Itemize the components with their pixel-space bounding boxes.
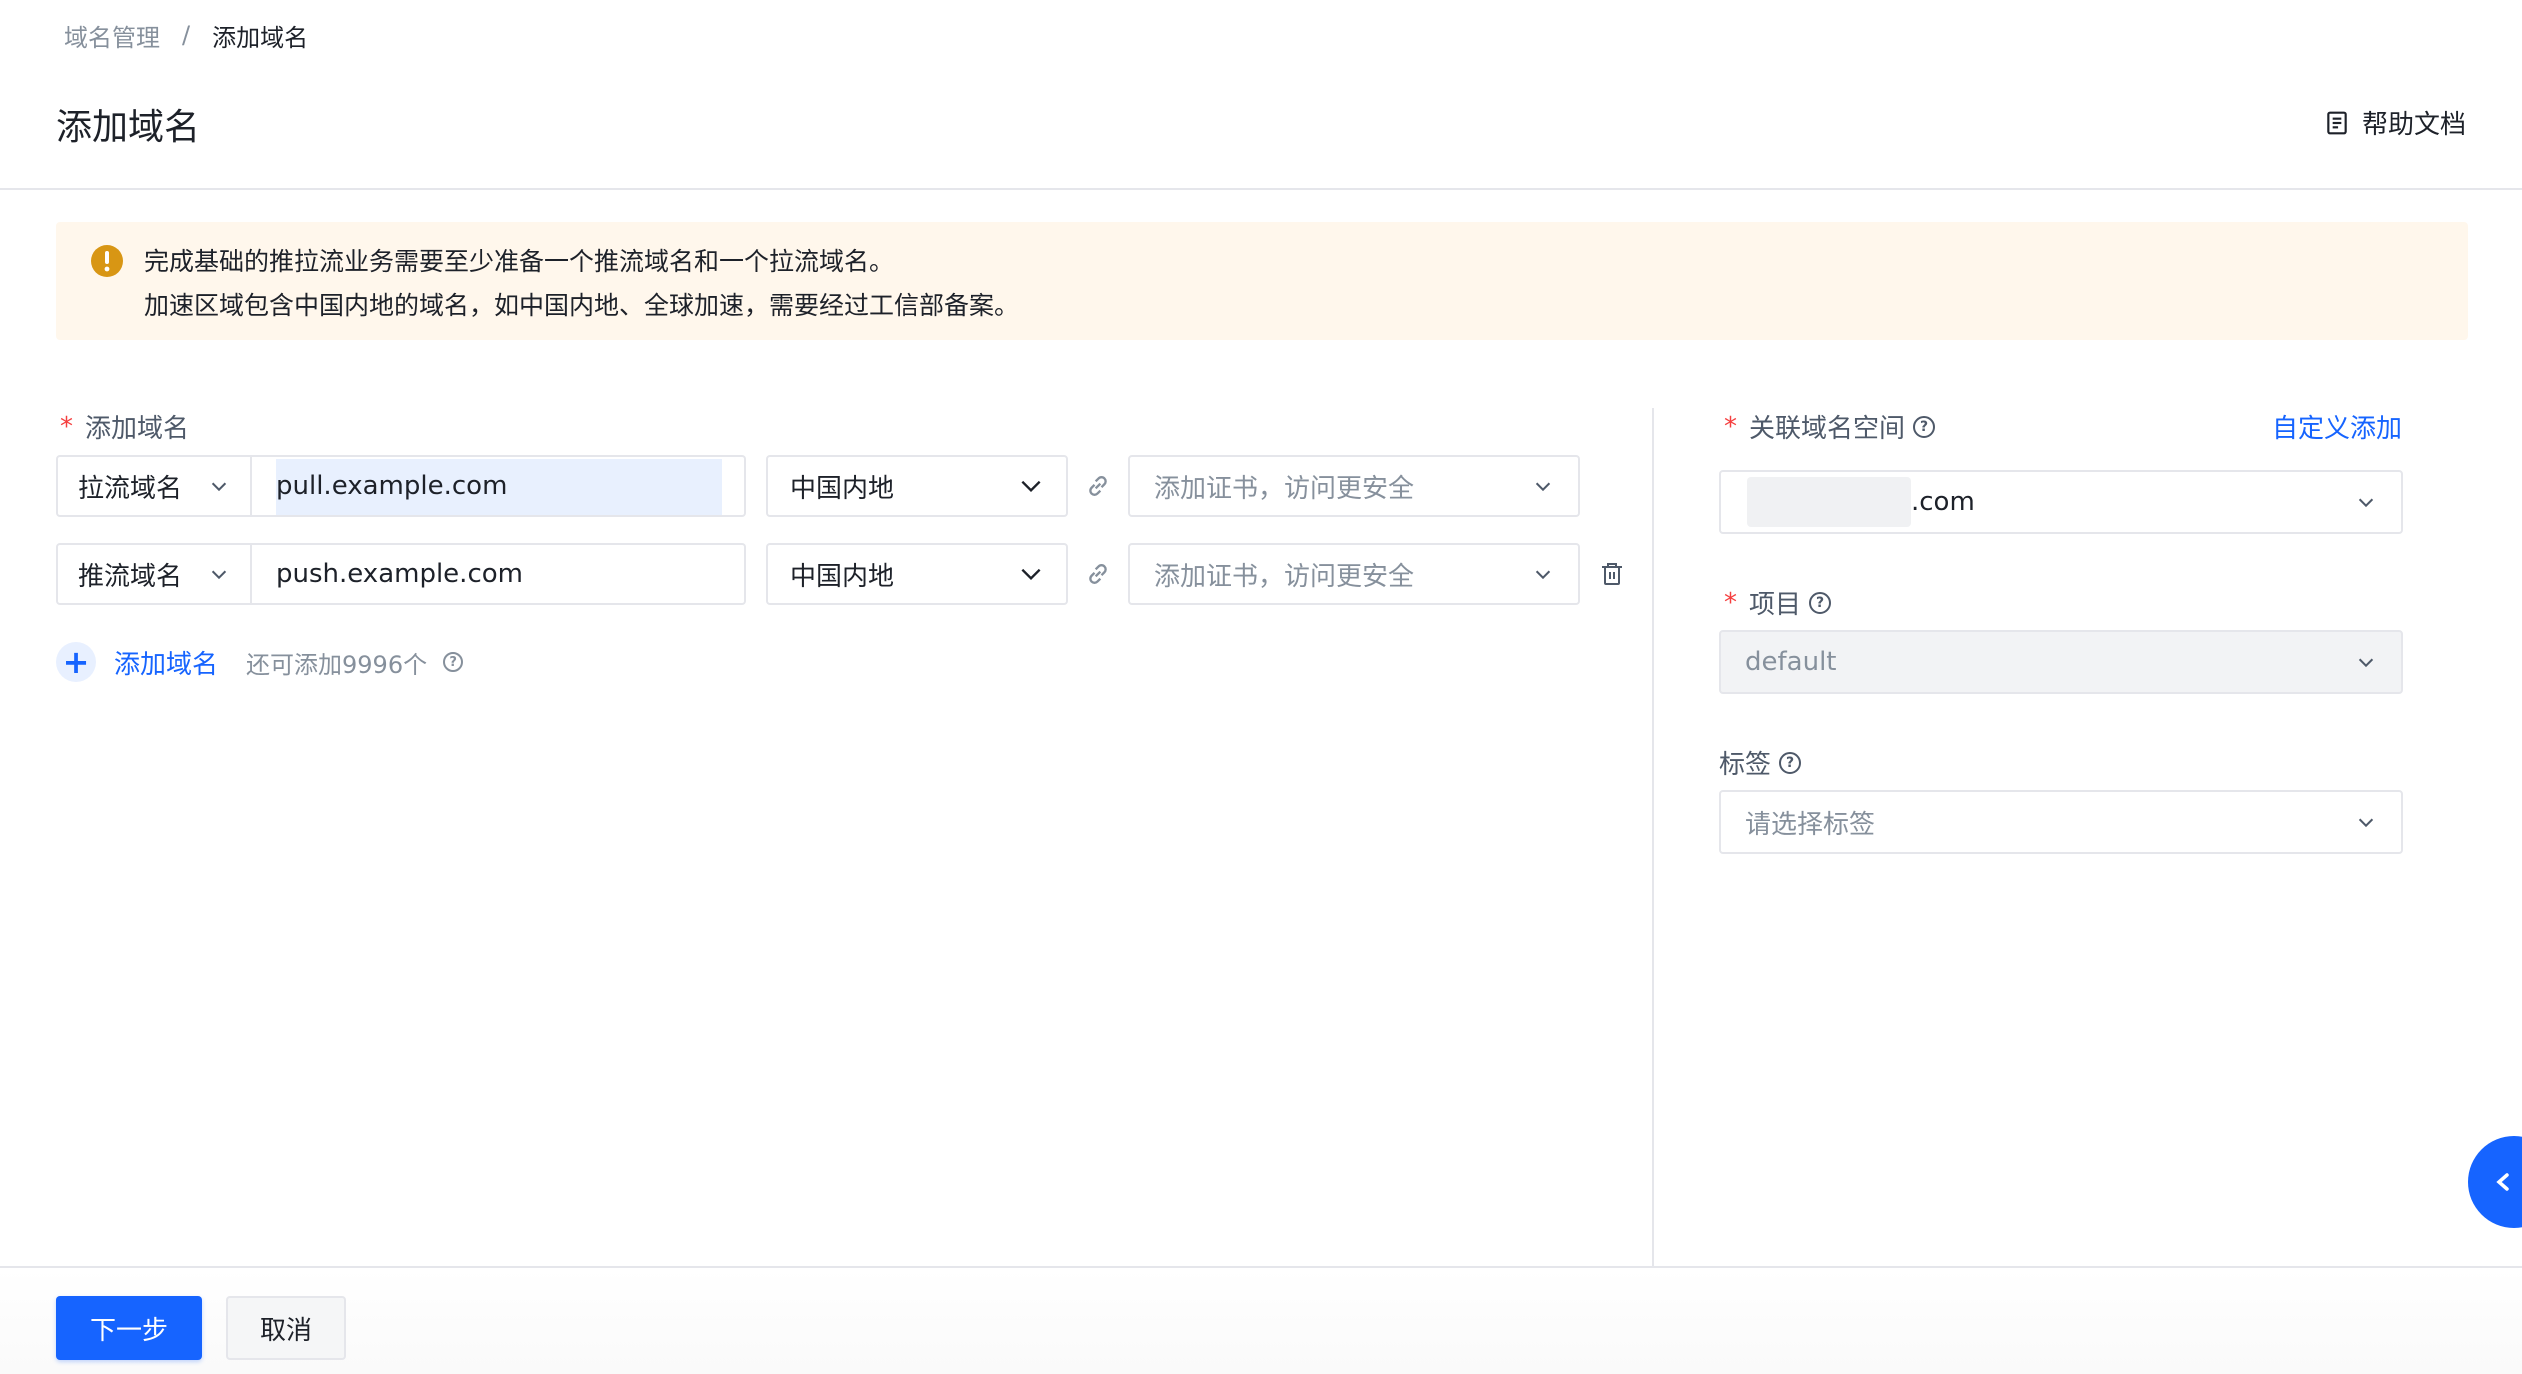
chevron-down-icon bbox=[1021, 480, 1041, 493]
remaining-count: 还可添加9996个 ? bbox=[246, 645, 464, 680]
tag-placeholder: 请选择标签 bbox=[1745, 809, 1876, 840]
header-divider bbox=[0, 188, 2522, 190]
custom-add-link[interactable]: 自定义添加 bbox=[2272, 408, 2402, 445]
alert-text-line-1: 完成基础的推拉流业务需要至少准备一个推流域名和一个拉流域名。 bbox=[144, 247, 895, 276]
domain-type-select[interactable]: 推流域名 bbox=[56, 543, 252, 605]
required-mark: * bbox=[60, 411, 73, 442]
tag-label-text: 标签 bbox=[1719, 750, 1772, 780]
namespace-value: .com bbox=[1721, 477, 2355, 527]
help-doc-label: 帮助文档 bbox=[2361, 110, 2466, 140]
chevron-down-icon bbox=[1535, 570, 1551, 580]
domain-input[interactable]: pull.example.com bbox=[252, 455, 746, 517]
chevron-down-icon bbox=[2358, 498, 2374, 508]
region-value: 中国内地 bbox=[790, 561, 895, 592]
help-icon[interactable]: ? bbox=[1779, 751, 1802, 774]
warning-icon bbox=[91, 245, 123, 277]
plus-icon: + bbox=[56, 642, 96, 682]
page-title: 添加域名 bbox=[56, 107, 201, 148]
help-doc-link[interactable]: 帮助文档 bbox=[2324, 104, 2466, 141]
chevron-down-icon bbox=[2358, 658, 2374, 668]
chevron-down-icon bbox=[211, 482, 227, 492]
domain-input[interactable]: push.example.com bbox=[252, 543, 746, 605]
chevron-down-icon bbox=[211, 570, 227, 580]
certificate-placeholder: 添加证书，访问更安全 bbox=[1154, 473, 1415, 504]
alert-text-line-2: 加速区域包含中国内地的域名，如中国内地、全球加速，需要经过工信部备案。 bbox=[144, 291, 1020, 320]
help-icon[interactable]: ? bbox=[1913, 415, 1936, 438]
project-select[interactable]: default bbox=[1719, 630, 2403, 694]
domain-type-select[interactable]: 拉流域名 bbox=[56, 455, 252, 517]
trash-icon[interactable] bbox=[1600, 561, 1624, 587]
domain-input-value: push.example.com bbox=[276, 559, 523, 589]
footer-bar bbox=[0, 1268, 2522, 1374]
breadcrumb: 域名管理 / 添加域名 bbox=[64, 18, 308, 52]
document-icon bbox=[2327, 111, 2347, 134]
region-select[interactable]: 中国内地 bbox=[766, 455, 1068, 517]
domain-input-value: pull.example.com bbox=[276, 471, 508, 501]
namespace-field-label: * 关联域名空间 ? bbox=[1724, 408, 1936, 445]
link-icon bbox=[1089, 564, 1107, 584]
region-value: 中国内地 bbox=[790, 473, 895, 504]
region-select[interactable]: 中国内地 bbox=[766, 543, 1068, 605]
tag-select[interactable]: 请选择标签 bbox=[1719, 790, 2403, 854]
tag-field-label: 标签 ? bbox=[1719, 744, 1802, 781]
help-icon[interactable]: ? bbox=[443, 652, 464, 672]
certificate-select[interactable]: 添加证书，访问更安全 bbox=[1128, 543, 1580, 605]
namespace-value-suffix: .com bbox=[1911, 487, 1975, 517]
namespace-label-text: 关联域名空间 bbox=[1749, 414, 1906, 444]
help-icon[interactable]: ? bbox=[1809, 591, 1832, 614]
link-icon bbox=[1089, 476, 1107, 496]
next-step-button[interactable]: 下一步 bbox=[56, 1296, 202, 1360]
chevron-down-icon bbox=[1021, 568, 1041, 581]
chevron-down-icon bbox=[1535, 482, 1551, 492]
vertical-divider bbox=[1652, 408, 1654, 1268]
cancel-button[interactable]: 取消 bbox=[226, 1296, 346, 1360]
certificate-placeholder: 添加证书，访问更安全 bbox=[1154, 561, 1415, 592]
project-value: default bbox=[1745, 647, 1837, 677]
add-domain-button[interactable]: + 添加域名 还可添加9996个 ? bbox=[56, 642, 464, 682]
domain-type-value: 推流域名 bbox=[78, 561, 183, 592]
breadcrumb-domain-management[interactable]: 域名管理 bbox=[64, 18, 160, 53]
remaining-count-text: 还可添加9996个 bbox=[246, 650, 428, 679]
domain-row: 拉流域名 pull.example.com 中国内地 添加证书，访问更安全 bbox=[56, 455, 1580, 517]
project-label-text: 项目 bbox=[1749, 590, 1802, 620]
domain-type-value: 拉流域名 bbox=[78, 473, 183, 504]
certificate-select[interactable]: 添加证书，访问更安全 bbox=[1128, 455, 1580, 517]
add-domain-button-label: 添加域名 bbox=[114, 649, 219, 680]
side-panel-toggle[interactable] bbox=[2468, 1136, 2522, 1228]
add-domain-label-text: 添加域名 bbox=[85, 414, 190, 444]
add-domain-field-label: * 添加域名 bbox=[60, 408, 189, 445]
domain-row: 推流域名 push.example.com 中国内地 添加证书，访问更安全 bbox=[56, 543, 1624, 605]
redacted-block bbox=[1747, 477, 1911, 527]
breadcrumb-current: 添加域名 bbox=[212, 23, 309, 52]
project-field-label: * 项目 ? bbox=[1724, 584, 1832, 621]
namespace-select[interactable]: .com bbox=[1719, 470, 2403, 534]
required-mark: * bbox=[1724, 587, 1737, 618]
warning-alert: 完成基础的推拉流业务需要至少准备一个推流域名和一个拉流域名。 加速区域包含中国内… bbox=[56, 222, 2468, 340]
chevron-down-icon bbox=[2358, 818, 2374, 828]
chevron-left-icon bbox=[2496, 1173, 2509, 1191]
required-mark: * bbox=[1724, 411, 1737, 442]
breadcrumb-separator: / bbox=[182, 21, 191, 49]
